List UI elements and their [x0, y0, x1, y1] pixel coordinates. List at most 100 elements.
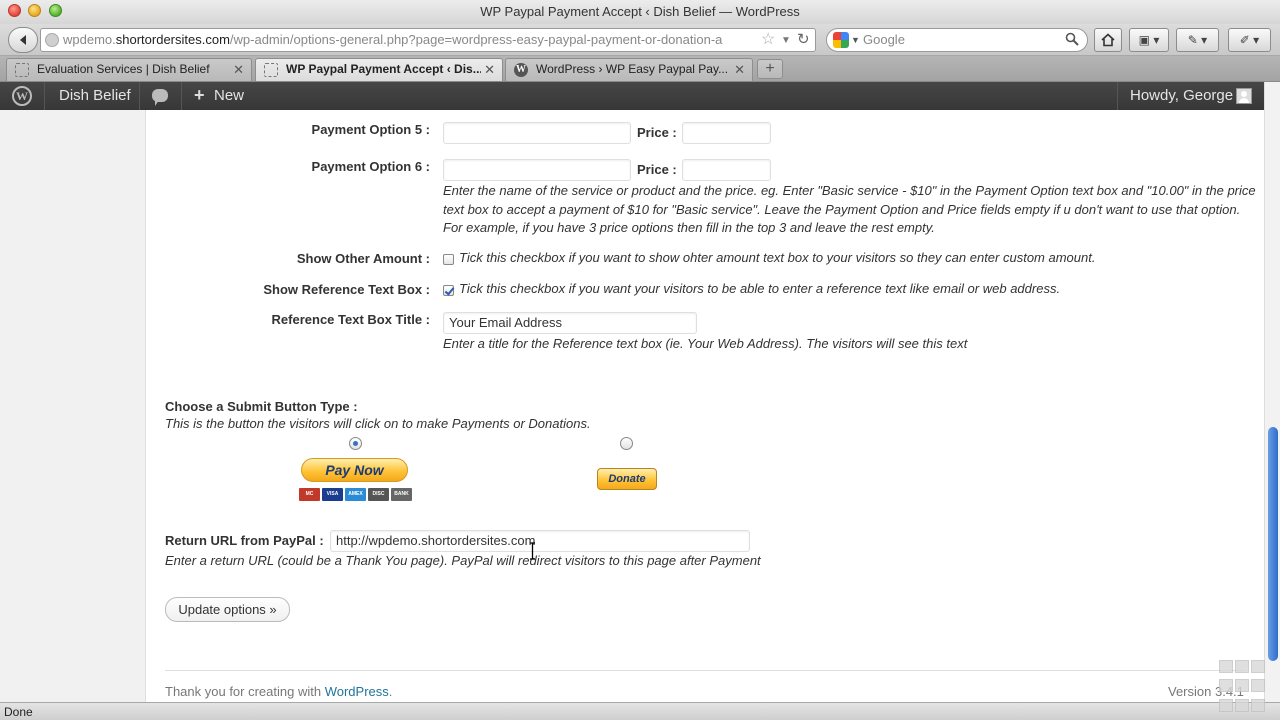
plus-icon[interactable]: +: [194, 82, 205, 109]
url-domain: shortordersites.com: [115, 32, 230, 47]
admin-bar-divider: [181, 82, 182, 110]
admin-bar-divider: [1117, 82, 1118, 110]
tab-wordpress-plugin[interactable]: W WordPress › WP Easy Paypal Pay... ✕: [505, 58, 753, 81]
bookmarks-icon: ▣ ▾: [1138, 33, 1160, 47]
history-dropdown-icon[interactable]: ▼: [781, 32, 791, 50]
bank-icon: BANK: [391, 488, 412, 501]
minimize-window-icon[interactable]: [28, 4, 41, 17]
tab-close-icon[interactable]: ✕: [484, 59, 495, 80]
howdy-user-link[interactable]: Howdy, George: [1130, 82, 1233, 110]
donate-button-preview[interactable]: Donate: [597, 468, 657, 490]
price-6-label: Price :: [637, 162, 677, 177]
search-icon[interactable]: [1065, 32, 1079, 46]
donate-radio[interactable]: [620, 437, 633, 450]
tab-wp-paypal-payment-accept[interactable]: WP Paypal Payment Accept ‹ Dis... ✕: [255, 58, 503, 81]
search-placeholder: Google: [863, 32, 905, 47]
avatar[interactable]: [1236, 88, 1252, 104]
settings-page-content: Payment Option 5 : Price : Payment Optio…: [147, 110, 1264, 702]
show-reference-checkbox[interactable]: [443, 285, 454, 296]
update-options-button[interactable]: Update options »: [165, 597, 290, 622]
vertical-scrollbar[interactable]: [1264, 82, 1280, 702]
comments-icon[interactable]: [152, 89, 168, 106]
tab-label: WP Paypal Payment Accept ‹ Dis...: [286, 62, 481, 76]
mastercard-icon: MC: [299, 488, 320, 501]
show-other-amount-help: Tick this checkbox if you want to show o…: [459, 250, 1096, 265]
tools-button[interactable]: ✎ ▾: [1176, 28, 1219, 52]
wordpress-logo-icon[interactable]: W: [12, 86, 32, 106]
wrench-icon: ✎ ▾: [1187, 33, 1208, 47]
footer-thanks-suffix: .: [388, 684, 393, 699]
wordpress-link[interactable]: WordPress: [325, 684, 389, 699]
extensions-button[interactable]: ✐ ▾: [1228, 28, 1271, 52]
search-engine-dropdown-icon[interactable]: ▼: [851, 32, 860, 48]
extension-icon: ✐ ▾: [1239, 33, 1260, 47]
payment-option-6-label: Payment Option 6 :: [311, 159, 430, 174]
payment-option-5-label: Payment Option 5 :: [311, 122, 430, 137]
pay-now-button-preview[interactable]: Pay Now: [301, 458, 408, 482]
submit-type-heading: Choose a Submit Button Type :: [165, 399, 358, 414]
reference-title-help: Enter a title for the Reference text box…: [443, 336, 968, 351]
show-reference-help: Tick this checkbox if you want your visi…: [459, 281, 1061, 296]
back-arrow-icon: [20, 35, 26, 45]
reference-title-input[interactable]: Your Email Address: [443, 312, 697, 334]
browser-toolbar: wpdemo.shortordersites.com/wp-admin/opti…: [0, 24, 1280, 56]
address-bar[interactable]: wpdemo.shortordersites.com/wp-admin/opti…: [40, 28, 816, 52]
payment-options-help: Enter the name of the service or product…: [443, 183, 1256, 235]
search-bar[interactable]: ▼ Google: [826, 28, 1088, 52]
tab-close-icon[interactable]: ✕: [734, 59, 745, 80]
window-title: WP Paypal Payment Accept ‹ Dish Belief —…: [480, 4, 800, 19]
tab-bar: Evaluation Services | Dish Belief ✕ WP P…: [0, 56, 1280, 82]
return-url-input[interactable]: http://wpdemo.shortordersites.com: [330, 530, 750, 552]
spaces-grid-icon[interactable]: [1219, 660, 1267, 716]
status-text: Done: [4, 705, 33, 719]
card-logos: MC VISA AMEX DISC BANK: [299, 488, 412, 502]
price-6-input[interactable]: [682, 159, 771, 181]
new-tab-button[interactable]: +: [757, 59, 783, 79]
return-url-label: Return URL from PayPal :: [165, 533, 324, 548]
footer-divider: [165, 670, 1245, 671]
site-globe-icon: [45, 33, 59, 47]
site-name-link[interactable]: Dish Belief: [59, 82, 131, 110]
show-other-amount-label: Show Other Amount :: [296, 251, 430, 266]
footer-thanks: Thank you for creating with WordPress.: [165, 684, 392, 699]
amex-icon: AMEX: [345, 488, 366, 501]
submit-type-help: This is the button the visitors will cli…: [165, 416, 591, 431]
dashed-page-icon: [264, 63, 278, 77]
address-url[interactable]: wpdemo.shortordersites.com/wp-admin/opti…: [63, 29, 753, 51]
google-icon[interactable]: [833, 32, 849, 48]
home-icon: [1101, 33, 1115, 47]
url-path: /wp-admin/options-general.php?page=wordp…: [229, 32, 723, 47]
bookmark-star-icon[interactable]: ☆: [761, 31, 775, 49]
payment-option-6-input[interactable]: [443, 159, 631, 181]
reference-title-label: Reference Text Box Title :: [271, 312, 430, 327]
tab-label: Evaluation Services | Dish Belief: [37, 62, 210, 76]
status-bar: Done: [0, 702, 1280, 720]
pay-now-radio[interactable]: [349, 437, 362, 450]
return-url-help: Enter a return URL (could be a Thank You…: [165, 553, 761, 568]
tab-evaluation-services[interactable]: Evaluation Services | Dish Belief ✕: [6, 58, 252, 81]
close-window-icon[interactable]: [8, 4, 21, 17]
admin-sidebar: [0, 110, 146, 702]
wordpress-icon: W: [514, 63, 528, 77]
price-5-label: Price :: [637, 125, 677, 140]
home-button[interactable]: [1094, 28, 1122, 52]
back-button[interactable]: [8, 27, 38, 53]
zoom-window-icon[interactable]: [49, 4, 62, 17]
reload-icon[interactable]: ↻: [797, 30, 810, 50]
admin-bar-divider: [44, 82, 45, 110]
window-titlebar: WP Paypal Payment Accept ‹ Dish Belief —…: [0, 0, 1280, 24]
dashed-page-icon: [15, 63, 29, 77]
footer-thanks-text: Thank you for creating with: [165, 684, 325, 699]
payment-option-5-input[interactable]: [443, 122, 631, 144]
scrollbar-thumb[interactable]: [1268, 427, 1278, 661]
show-other-amount-checkbox[interactable]: [443, 254, 454, 265]
new-content-link[interactable]: New: [214, 82, 244, 110]
show-reference-label: Show Reference Text Box :: [263, 282, 430, 297]
visa-icon: VISA: [322, 488, 343, 501]
price-5-input[interactable]: [682, 122, 771, 144]
wp-admin-bar: W Dish Belief + New Howdy, George: [0, 82, 1264, 110]
url-prefix: wpdemo.: [63, 32, 116, 47]
admin-bar-divider: [139, 82, 140, 110]
bookmarks-button[interactable]: ▣ ▾: [1129, 28, 1169, 52]
tab-close-icon[interactable]: ✕: [233, 59, 244, 80]
